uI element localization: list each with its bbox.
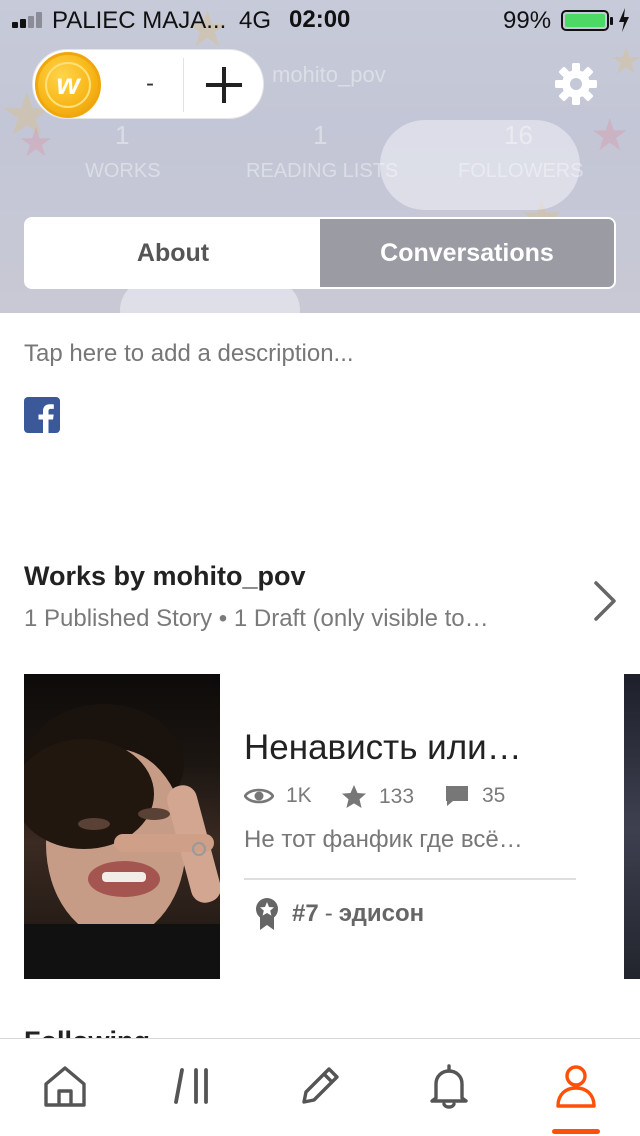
battery-percent: 99%	[503, 7, 552, 34]
story-cover-image[interactable]	[24, 674, 220, 979]
tab-about[interactable]: About	[26, 219, 320, 287]
votes-stat: 133	[341, 784, 414, 810]
bottom-navigation	[0, 1038, 640, 1136]
settings-gear-icon[interactable]	[554, 62, 598, 106]
coin-count: -	[146, 70, 154, 97]
reading-lists-count: 1	[313, 120, 328, 150]
comments-count: 35	[482, 784, 506, 807]
notifications-icon[interactable]	[424, 1061, 474, 1111]
signal-icon	[12, 12, 46, 28]
followers-count: 16	[504, 120, 533, 150]
profile-tabs: About Conversations	[24, 217, 616, 289]
buy-coins-button[interactable]	[201, 62, 247, 108]
carrier-name: PALIEC MAJA...	[52, 7, 227, 34]
charging-icon	[619, 8, 629, 32]
reading-lists-label: READING LISTS	[246, 160, 399, 182]
reads-count: 1K	[286, 784, 312, 807]
next-story-cover-peek[interactable]	[624, 674, 640, 979]
home-icon[interactable]	[40, 1061, 90, 1111]
story-description: Не тот фанфик где всё…	[244, 826, 523, 853]
story-title[interactable]: Ненависть или…	[244, 728, 522, 768]
network-type: 4G	[239, 7, 272, 34]
story-ranking[interactable]: #7 - эдисон	[254, 896, 424, 932]
works-section-subtitle: 1 Published Story • 1 Draft (only visibl…	[24, 605, 489, 632]
reads-stat: 1K	[244, 784, 312, 808]
star-decoration: ★	[18, 121, 54, 165]
ranking-badge-icon	[256, 898, 278, 930]
write-icon[interactable]	[295, 1061, 345, 1111]
works-section-title[interactable]: Works by mohito_pov	[24, 561, 306, 592]
tab-conversations[interactable]: Conversations	[320, 219, 614, 287]
clock: 02:00	[289, 6, 351, 33]
card-divider	[244, 878, 576, 880]
pill-divider	[183, 58, 184, 112]
works-count: 1	[115, 120, 130, 150]
eye-icon	[244, 788, 274, 804]
star-decoration: ★	[590, 111, 630, 160]
chevron-right-icon[interactable]	[590, 579, 620, 623]
star-icon	[342, 785, 366, 808]
star-decoration: ★	[610, 40, 640, 81]
coin-balance-pill[interactable]: w -	[32, 49, 264, 119]
cover-photo	[24, 704, 220, 979]
rank-number: #7	[292, 900, 319, 927]
rank-separator: -	[324, 900, 333, 927]
status-bar: PALIEC MAJA... 4G 02:00 99%	[0, 0, 640, 40]
rank-tag: эдисон	[338, 900, 425, 927]
votes-count: 133	[379, 785, 415, 808]
coin-icon: w	[35, 52, 101, 118]
works-label: WORKS	[85, 160, 161, 182]
description-placeholder[interactable]: Tap here to add a description...	[24, 340, 354, 368]
facebook-icon[interactable]	[24, 397, 60, 433]
active-tab-indicator	[552, 1129, 600, 1134]
followers-label: FOLLOWERS	[458, 160, 584, 182]
profile-icon[interactable]	[551, 1061, 601, 1111]
comments-stat: 35	[444, 784, 505, 808]
comment-icon	[446, 786, 468, 806]
following-section-title: Following	[24, 1026, 150, 1038]
username-ghost: mohito_pov	[272, 62, 386, 87]
profile-header: ★ ★ ★ ★ ★ ★ ★ mohito_pov 1 WORKS 1 READI…	[0, 0, 640, 313]
battery-icon	[561, 10, 613, 31]
library-icon[interactable]	[168, 1061, 218, 1111]
